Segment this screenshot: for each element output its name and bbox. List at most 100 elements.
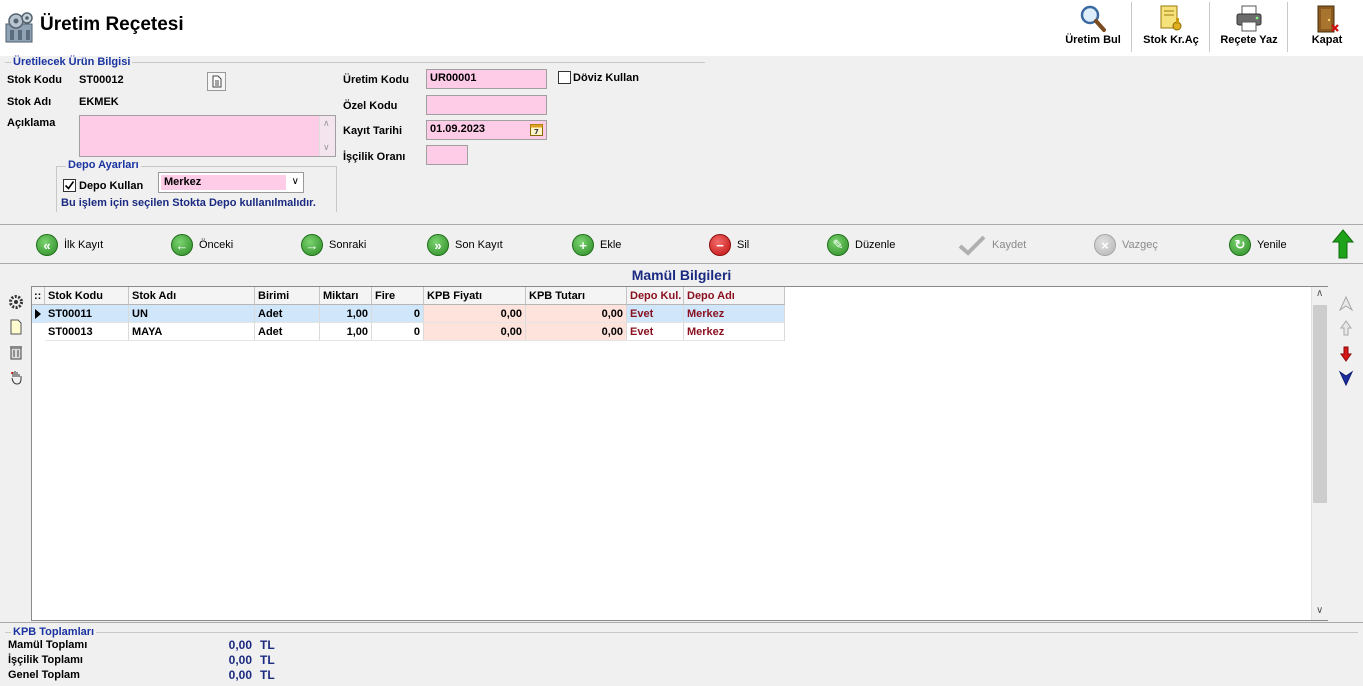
cell-stok-kodu[interactable]: ST00013 — [45, 323, 129, 341]
calendar-icon[interactable]: 7 — [530, 123, 543, 136]
kayit-tarihi-value: 01.09.2023 — [430, 123, 486, 135]
move-top-icon[interactable] — [1338, 295, 1354, 312]
delete-icon: − — [709, 234, 731, 256]
last-record-icon: » — [427, 234, 449, 256]
cell-birimi[interactable]: Adet — [255, 323, 320, 341]
col-header-fire[interactable]: Fire — [372, 287, 424, 305]
chevron-down-icon: ∨ — [291, 176, 299, 187]
cell-kpb-tutari[interactable]: 0,00 — [526, 305, 627, 323]
onceki-button[interactable]: ← Önceki — [171, 232, 233, 258]
iscilik-orani-label: İşçilik Oranı — [343, 151, 406, 163]
uretim-kodu-input[interactable]: UR00001 — [426, 69, 547, 89]
mamul-grid[interactable]: :: Stok Kodu Stok Adı Birimi Miktarı Fir… — [31, 286, 1328, 621]
move-down-icon[interactable] — [1340, 346, 1352, 362]
stok-select-button[interactable] — [207, 72, 226, 91]
check-icon — [958, 234, 986, 256]
sonraki-button[interactable]: → Sonraki — [301, 232, 366, 258]
kaydet-button[interactable]: Kaydet — [958, 232, 1026, 258]
ozel-kodu-label: Özel Kodu — [343, 100, 398, 112]
doviz-kullan-checkbox[interactable] — [558, 71, 571, 84]
kapat-button[interactable]: Kapat — [1296, 2, 1358, 52]
scroll-down-icon[interactable]: ∨ — [1316, 605, 1323, 616]
son-kayit-button[interactable]: » Son Kayıt — [427, 232, 503, 258]
depo-selected-value: Merkez — [161, 175, 286, 190]
hand-icon[interactable] — [9, 369, 23, 385]
depo-select[interactable]: Merkez ∨ — [158, 172, 304, 193]
yenile-button[interactable]: ↻ Yenile — [1229, 232, 1287, 258]
grid-vertical-scrollbar[interactable]: ∧ ∨ — [1311, 287, 1328, 620]
cell-stok-kodu[interactable]: ST00011 — [45, 305, 129, 323]
refresh-icon: ↻ — [1229, 234, 1251, 256]
iscilik-currency: TL — [260, 653, 275, 667]
ilk-kayit-button[interactable]: « İlk Kayıt — [36, 232, 103, 258]
move-up-icon[interactable] — [1339, 320, 1353, 336]
mamul-bilgileri-title: Mamül Bilgileri — [631, 267, 732, 283]
uretim-bul-button[interactable]: Üretim Bul — [1060, 2, 1126, 52]
cell-miktari[interactable]: 1,00 — [320, 305, 372, 323]
add-icon: + — [572, 234, 594, 256]
new-document-icon[interactable] — [9, 319, 23, 335]
scroll-down-icon: ∨ — [323, 142, 330, 152]
stok-kr-ac-button[interactable]: Stok Kr.Aç — [1137, 2, 1205, 52]
col-header-depo-adi[interactable]: Depo Adı — [684, 287, 785, 305]
cell-stok-adi[interactable]: MAYA — [129, 323, 255, 341]
aciklama-textarea[interactable]: ∧ ∨ — [79, 115, 336, 157]
toolbar-separator — [1131, 2, 1132, 52]
settings-gear-icon[interactable] — [8, 294, 24, 310]
recete-yaz-button[interactable]: Reçete Yaz — [1214, 2, 1284, 52]
depo-kullan-label: Depo Kullan — [79, 180, 144, 192]
group-line — [5, 632, 1358, 633]
cell-fire[interactable]: 0 — [372, 323, 424, 341]
cell-depo-kul[interactable]: Evet — [627, 305, 684, 323]
scrollbar-thumb[interactable] — [1313, 305, 1327, 503]
cell-depo-kul[interactable]: Evet — [627, 323, 684, 341]
stok-kodu-value: ST00012 — [79, 74, 124, 86]
mamul-toplami-value: 0,00 — [228, 638, 252, 652]
mamul-toplami-label: Mamül Toplamı — [8, 639, 88, 651]
move-bottom-icon[interactable] — [1338, 370, 1354, 387]
depo-kullan-checkbox[interactable] — [63, 179, 76, 192]
cell-birimi[interactable]: Adet — [255, 305, 320, 323]
col-header-stok-adi[interactable]: Stok Adı — [129, 287, 255, 305]
kayit-tarihi-input[interactable]: 01.09.2023 7 — [426, 120, 547, 140]
col-header-miktari[interactable]: Miktarı — [320, 287, 372, 305]
ozel-kodu-input[interactable] — [426, 95, 547, 115]
window-title: Üretim Reçetesi — [40, 14, 184, 35]
aciklama-label: Açıklama — [7, 117, 56, 129]
iscilik-orani-input[interactable] — [426, 145, 468, 165]
duzenle-button[interactable]: ✎ Düzenle — [827, 232, 895, 258]
sil-button[interactable]: − Sil — [709, 232, 749, 258]
col-header-kpb-tutari[interactable]: KPB Tutarı — [526, 287, 627, 305]
col-header-stok-kodu[interactable]: Stok Kodu — [45, 287, 129, 305]
vazgec-button[interactable]: × Vazgeç — [1094, 232, 1158, 258]
cell-stok-adi[interactable]: UN — [129, 305, 255, 323]
cell-miktari[interactable]: 1,00 — [320, 323, 372, 341]
genel-toplam-value: 0,00 — [228, 668, 252, 682]
cell-depo-adi[interactable]: Merkez — [684, 305, 785, 323]
uretim-kodu-label: Üretim Kodu — [343, 74, 409, 86]
cancel-icon: × — [1094, 234, 1116, 256]
cell-fire[interactable]: 0 — [372, 305, 424, 323]
cell-depo-adi[interactable]: Merkez — [684, 323, 785, 341]
col-header-depo-kul[interactable]: Depo Kul. — [627, 287, 684, 305]
iscilik-toplami-label: İşçilik Toplamı — [8, 654, 83, 666]
up-arrow-icon[interactable] — [1331, 229, 1355, 259]
ekle-button[interactable]: + Ekle — [572, 232, 621, 258]
first-record-icon: « — [36, 234, 58, 256]
previous-icon: ← — [171, 234, 193, 256]
depo-note: Bu işlem için seçilen Stokta Depo kullan… — [61, 197, 316, 209]
stok-kodu-label: Stok Kodu — [7, 74, 62, 86]
kayit-tarihi-label: Kayıt Tarihi — [343, 125, 403, 137]
textarea-scrollbar[interactable]: ∧ ∨ — [319, 116, 335, 156]
trash-icon[interactable] — [8, 344, 24, 360]
col-header-birimi[interactable]: Birimi — [255, 287, 320, 305]
col-header-kpb-fiyati[interactable]: KPB Fiyatı — [424, 287, 526, 305]
cell-kpb-tutari[interactable]: 0,00 — [526, 323, 627, 341]
doviz-kullan-label: Döviz Kullan — [573, 72, 640, 84]
edit-icon: ✎ — [827, 234, 849, 256]
cell-kpb-fiyati[interactable]: 0,00 — [424, 323, 526, 341]
cell-kpb-fiyati[interactable]: 0,00 — [424, 305, 526, 323]
checkmark-icon — [64, 181, 75, 190]
grid-indicator-header: :: — [32, 287, 45, 305]
scroll-up-icon[interactable]: ∧ — [1316, 288, 1323, 299]
